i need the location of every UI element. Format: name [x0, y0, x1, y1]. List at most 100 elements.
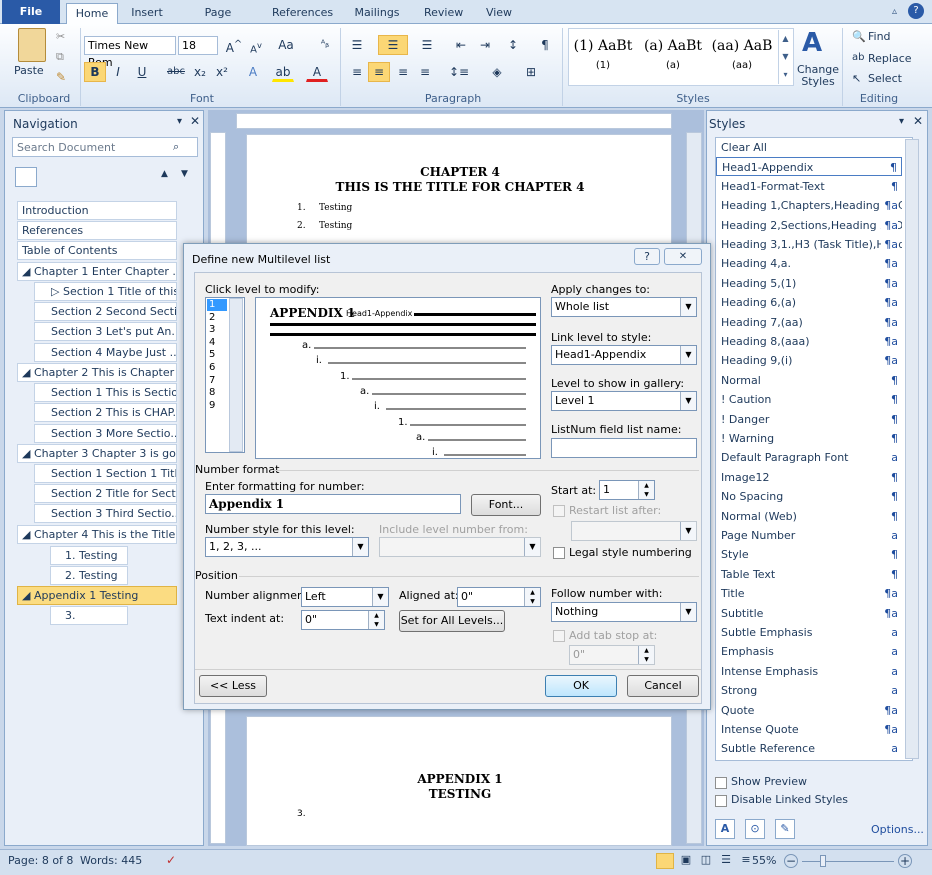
align-right-icon[interactable]: ≡ — [392, 62, 414, 82]
paste-button[interactable]: Paste — [14, 64, 44, 77]
clear-format-icon[interactable]: ᴬᵦ — [314, 35, 336, 55]
nav-item[interactable]: Section 1 This is Sectio... — [34, 383, 177, 402]
bold-button[interactable]: B — [84, 62, 106, 82]
previous-heading-icon[interactable]: ▲ — [161, 169, 168, 179]
italic-button[interactable]: I — [108, 62, 128, 82]
full-screen-reading-icon[interactable]: ▣ — [678, 853, 694, 869]
nav-item[interactable]: ◢ Chapter 3 Chapter 3 is go... — [17, 444, 177, 463]
replace-icon[interactable]: ab — [852, 52, 864, 63]
close-icon[interactable]: ✕ — [190, 114, 200, 128]
nav-item[interactable]: ▷ Section 1 Title of this s... — [34, 282, 177, 301]
nav-item[interactable]: Section 3 More Sectio... — [34, 424, 177, 443]
outline-icon[interactable]: ☰ — [718, 853, 734, 869]
format-painter-icon[interactable]: ✎ — [56, 70, 66, 84]
level-option[interactable]: 9 — [207, 400, 227, 412]
shading-icon[interactable]: ◈ — [484, 62, 510, 82]
copy-icon[interactable]: ⧉ — [56, 50, 64, 64]
minimize-ribbon-icon[interactable]: ▵ — [892, 6, 897, 17]
tab-insert[interactable]: Insert — [124, 3, 170, 24]
pane-menu-icon[interactable]: ▾ — [177, 116, 182, 127]
dialog-help-button[interactable]: ? — [634, 248, 660, 265]
search-icon[interactable]: ⌕ — [173, 140, 179, 154]
style-item[interactable]: Intense Emphasis a — [716, 661, 902, 681]
restart-list-dropdown[interactable]: ▼ — [571, 521, 697, 541]
align-center-icon[interactable]: ≡ — [368, 62, 390, 82]
print-layout-icon[interactable] — [656, 853, 674, 869]
zoom-level[interactable]: 55% — [752, 854, 778, 867]
nav-item[interactable]: Section 2 Title for Sect... — [34, 484, 177, 503]
listnum-field[interactable] — [551, 438, 697, 458]
zoom-slider-thumb[interactable] — [820, 855, 826, 867]
sort-icon[interactable]: ↕ — [502, 35, 524, 55]
font-size-combo[interactable]: 18 — [178, 36, 218, 55]
tab-file[interactable]: File — [2, 0, 60, 24]
less-button[interactable]: << Less — [199, 675, 267, 697]
style-item[interactable]: Heading 2,Sections,Heading 2 (DM ¶a — [716, 215, 902, 235]
start-at-spinner[interactable]: 1 ▲ ▼ — [599, 480, 655, 500]
style-item[interactable]: Normal (Web) ¶ — [716, 506, 902, 526]
nav-item[interactable]: ◢ Appendix 1 Testing — [17, 586, 177, 605]
bullets-icon[interactable]: ☰ — [346, 35, 368, 55]
style-item[interactable]: No Spacing ¶ — [716, 487, 902, 507]
nav-item[interactable]: Section 3 Let's put An... — [34, 322, 177, 341]
options-link[interactable]: Options... — [871, 823, 924, 836]
show-preview-checkbox[interactable] — [715, 777, 727, 789]
follow-number-dropdown[interactable]: Nothing ▼ — [551, 602, 697, 622]
level-option[interactable]: 2 — [207, 312, 227, 324]
restart-list-checkbox[interactable] — [553, 505, 565, 517]
add-tab-checkbox[interactable] — [553, 630, 565, 642]
web-layout-icon[interactable]: ◫ — [698, 853, 714, 869]
style-item[interactable]: Heading 3,1.,H3 (Task Title),Headin ¶a — [716, 235, 902, 254]
close-icon[interactable]: ✕ — [913, 114, 923, 128]
style-item[interactable]: Quote ¶a — [716, 700, 902, 720]
replace-button[interactable]: Replace — [868, 52, 912, 65]
style-item[interactable]: Image12 ¶ — [716, 467, 902, 487]
tab-mailings[interactable]: Mailings — [348, 3, 406, 24]
styles-scrollbar[interactable] — [905, 139, 919, 759]
nav-item[interactable]: Section 2 This is CHAP... — [34, 403, 177, 422]
tab-page-layout[interactable]: Page Layout — [180, 3, 256, 38]
manage-styles-icon[interactable]: ✎ — [775, 819, 795, 839]
level-option[interactable]: 4 — [207, 337, 227, 349]
pane-menu-icon[interactable]: ▾ — [899, 116, 904, 127]
help-icon[interactable]: ? — [908, 3, 924, 19]
zoom-slider-track[interactable] — [802, 861, 894, 862]
increase-indent-icon[interactable]: ⇥ — [474, 35, 496, 55]
style-item[interactable]: Heading 7,(aa) ¶a — [716, 312, 902, 332]
font-color-icon[interactable]: A — [306, 62, 328, 82]
level-option[interactable]: 3 — [207, 324, 227, 336]
search-document-field[interactable]: Search Document ⌕ — [12, 137, 198, 157]
style-item[interactable]: Strong a — [716, 681, 902, 701]
line-spacing-icon[interactable]: ↕≡ — [446, 62, 472, 82]
dialog-close-button[interactable]: ✕ — [664, 248, 702, 265]
underline-button[interactable]: U — [132, 62, 152, 82]
nav-item[interactable]: ◢ Chapter 2 This is Chapter ... — [17, 363, 177, 382]
style-item[interactable]: Normal ¶ — [716, 370, 902, 390]
legal-numbering-checkbox[interactable] — [553, 547, 565, 559]
style-item[interactable]: Heading 1,Chapters,Heading 1 (Ch ¶a — [716, 196, 902, 216]
font-name-combo[interactable]: Times New Rom — [84, 36, 176, 69]
level-option[interactable]: 7 — [207, 375, 227, 387]
word-count[interactable]: Words: 445 — [80, 854, 142, 867]
number-format-input[interactable]: Appendix 1 — [205, 494, 461, 514]
style-item[interactable]: Subtitle ¶a — [716, 603, 902, 623]
style-item[interactable]: Subtle Emphasis a — [716, 623, 902, 642]
change-case-icon[interactable]: Aa — [274, 35, 298, 55]
paste-icon[interactable] — [18, 28, 46, 62]
nav-item[interactable]: Section 3 Third Sectio... — [34, 504, 177, 523]
superscript-button[interactable]: x² — [212, 62, 232, 82]
style-item[interactable]: Heading 5,(1) ¶a — [716, 273, 902, 293]
style-gallery-item-2[interactable]: (a) AaBt (a) — [638, 32, 708, 78]
style-item[interactable]: Intense Quote ¶a — [716, 720, 902, 739]
nav-item[interactable]: 3. — [50, 606, 128, 625]
nav-item[interactable]: 2. Testing — [50, 566, 128, 585]
style-item[interactable]: ! Caution ¶ — [716, 390, 902, 410]
nav-item[interactable]: Section 2 Second Secti... — [34, 302, 177, 321]
subscript-button[interactable]: x₂ — [190, 62, 210, 82]
style-item[interactable]: Head1-Format-Text ¶ — [716, 176, 902, 196]
horizontal-ruler[interactable] — [236, 113, 672, 129]
tab-home[interactable]: Home — [66, 3, 118, 25]
page-count[interactable]: Page: 8 of 8 — [8, 854, 74, 867]
level-option[interactable]: 8 — [207, 387, 227, 399]
spinner-arrows-icon[interactable]: ▲ ▼ — [368, 611, 384, 629]
